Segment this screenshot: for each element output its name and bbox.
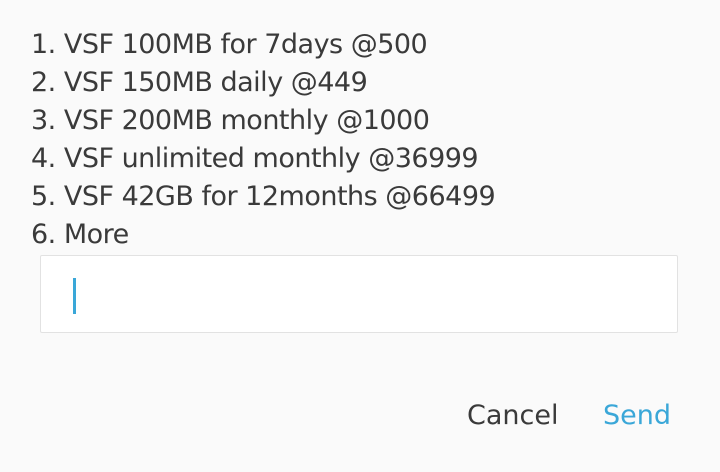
menu-option-1: 1. VSF 100MB for 7days @500 (31, 29, 428, 60)
menu-option-4: 4. VSF unlimited monthly @36999 (31, 143, 479, 174)
ussd-message: 1. VSF 100MB for 7days @500 2. VSF 150MB… (31, 26, 496, 254)
text-cursor (73, 278, 76, 314)
send-button[interactable]: Send (603, 398, 671, 434)
reply-input[interactable] (40, 255, 678, 333)
ussd-dialog: 1. VSF 100MB for 7days @500 2. VSF 150MB… (0, 0, 720, 472)
menu-option-6: 6. More (31, 219, 129, 250)
menu-option-2: 2. VSF 150MB daily @449 (31, 67, 368, 98)
menu-option-5: 5. VSF 42GB for 12months @66499 (31, 181, 496, 212)
cancel-button[interactable]: Cancel (467, 398, 558, 434)
menu-option-3: 3. VSF 200MB monthly @1000 (31, 105, 430, 136)
